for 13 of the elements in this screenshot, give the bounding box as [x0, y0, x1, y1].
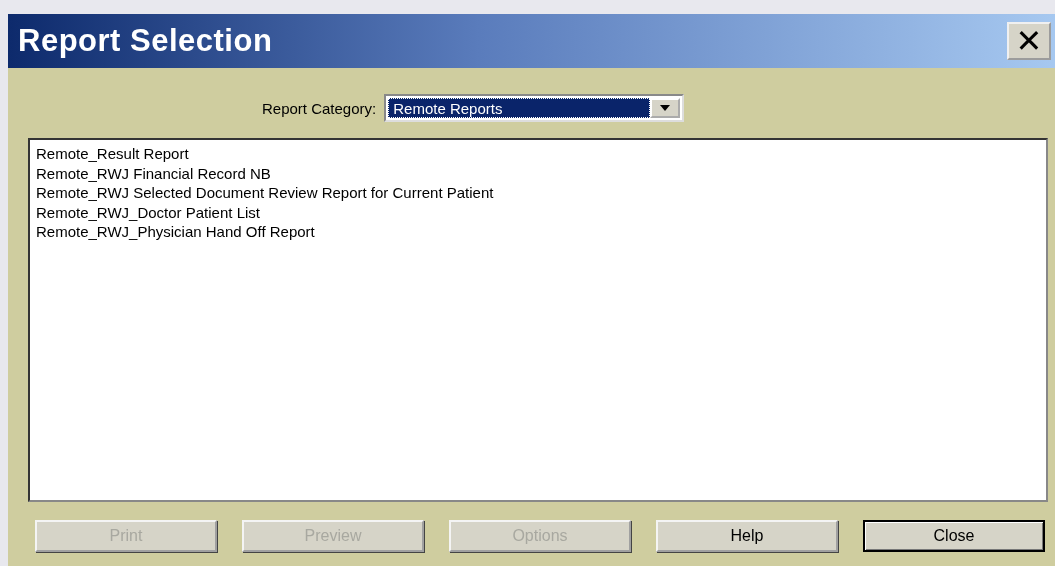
category-dropdown[interactable]: Remote Reports: [384, 94, 685, 122]
dialog-button[interactable]: Close: [863, 520, 1045, 552]
category-label: Report Category:: [262, 99, 377, 117]
report-item[interactable]: Remote_RWJ_Doctor Patient List: [36, 202, 260, 222]
report-item[interactable]: Remote_RWJ Financial Record NB: [36, 163, 271, 183]
window-title: Report Selection: [18, 23, 273, 59]
report-item[interactable]: Remote_Result Report: [36, 144, 189, 164]
dropdown-button[interactable]: [650, 98, 681, 118]
close-button[interactable]: ✕: [1007, 22, 1051, 60]
dialog-button[interactable]: Help: [656, 520, 838, 552]
report-item[interactable]: Remote_RWJ Selected Document Review Report for Current Patient: [36, 183, 494, 203]
caret-icon: [660, 105, 671, 111]
report-item[interactable]: Remote_RWJ_Physician Hand Off Report: [36, 222, 315, 242]
